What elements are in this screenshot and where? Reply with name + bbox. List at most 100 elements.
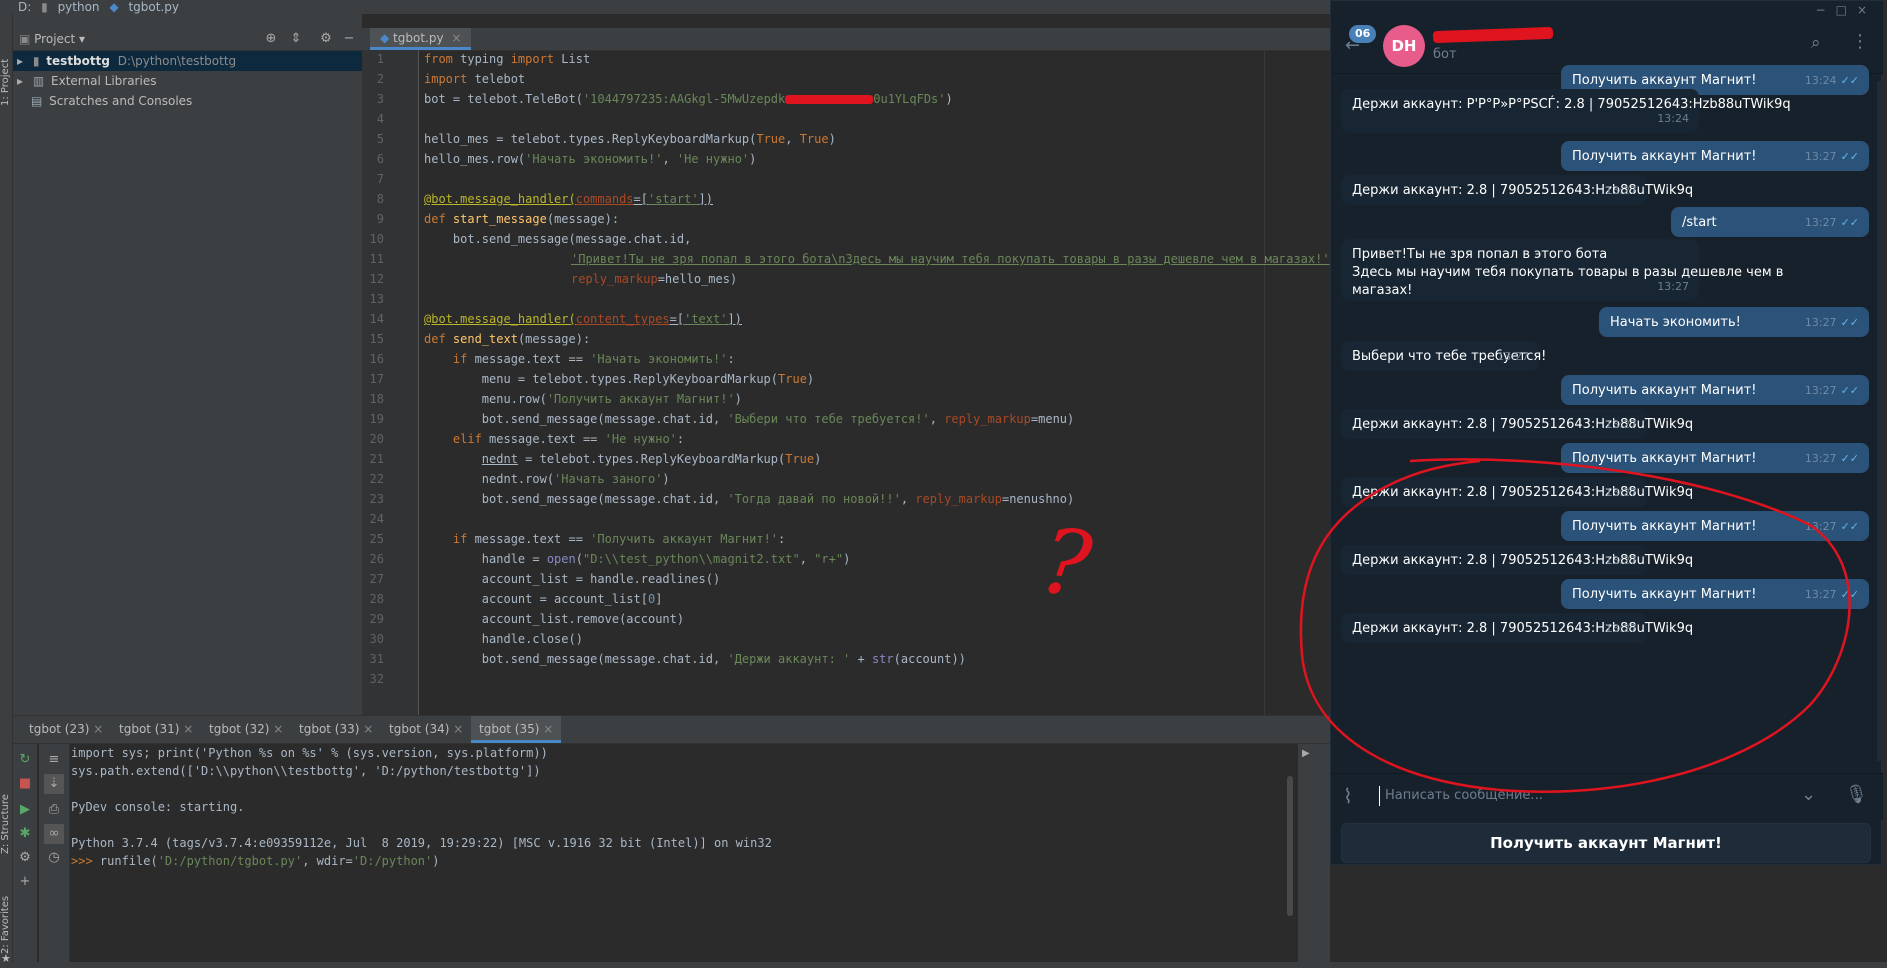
code-line[interactable]: nednt.row('Начать заного') <box>424 472 670 486</box>
run-tab[interactable]: tgbot (34) × <box>381 716 471 743</box>
tab-tgbot-py[interactable]: ◆ tgbot.py × <box>370 28 472 50</box>
breadcrumb-folder[interactable]: python <box>58 0 100 14</box>
run-tab[interactable]: tgbot (23) × <box>21 716 111 743</box>
outgoing-message[interactable]: Получить аккаунт Магнит! 13:27 ✓✓ <box>1561 375 1869 405</box>
close-icon[interactable]: × <box>93 722 103 736</box>
run-tab[interactable]: tgbot (31) × <box>111 716 201 743</box>
close-icon[interactable]: × <box>451 31 461 45</box>
minimize-icon[interactable]: − <box>341 31 357 47</box>
run-tab[interactable]: tgbot (33) × <box>291 716 381 743</box>
read-checkmarks-icon: ✓✓ <box>1840 316 1859 329</box>
project-panel-header: ▣ Project ▾ ⊕ ⇕ ⚙ − <box>13 28 362 51</box>
debug-icon[interactable]: ✱ <box>15 824 35 844</box>
code-line[interactable]: elif message.text == 'Не нужно': <box>424 432 684 446</box>
code-line[interactable]: 'Привет!Ты не зря попал в этого бота\nЗд… <box>571 252 1337 266</box>
line-number: 12 <box>369 272 384 286</box>
read-checkmarks-icon: ✓✓ <box>1840 216 1859 229</box>
incoming-message[interactable]: Держи аккаунт: 2.8 | 79052512643:Hzb88uT… <box>1341 409 1693 439</box>
close-icon[interactable]: × <box>453 722 463 736</box>
tree-item-scratches[interactable]: ▤ Scratches and Consoles <box>13 91 362 111</box>
code-line[interactable]: menu = telebot.types.ReplyKeyboardMarkup… <box>424 372 814 386</box>
project-panel-title[interactable]: ▣ Project ▾ <box>19 32 85 46</box>
keyboard-button-get-account[interactable]: Получить аккаунт Магнит! <box>1341 823 1871 863</box>
code-line[interactable]: bot.send_message(message.chat.id, 'Держи… <box>424 652 966 666</box>
code-line[interactable]: @bot.message_handler(commands=['start']) <box>424 192 713 206</box>
gear-icon[interactable]: ⚙ <box>318 31 334 47</box>
history-icon[interactable]: ◷ <box>44 848 64 868</box>
code-line[interactable]: reply_markup=hello_mes) <box>571 272 737 286</box>
search-icon[interactable]: ⌕ <box>1811 33 1821 53</box>
code-line[interactable]: bot.send_message(message.chat.id, 'Тогда… <box>424 492 1074 506</box>
project-tool-tab[interactable]: 1: Project <box>0 36 12 106</box>
more-menu-icon[interactable]: ⋮ <box>1851 31 1869 52</box>
message-timestamp: 13:27 <box>1804 316 1837 329</box>
add-icon[interactable]: + <box>15 872 35 892</box>
incoming-message[interactable]: Привет!Ты не зря попал в этого бота Здесь… <box>1341 239 1783 301</box>
code-line[interactable]: hello_mes.row('Начать экономить!', 'Не н… <box>424 152 756 166</box>
message-text: /start <box>1682 215 1717 230</box>
run-tab[interactable]: tgbot (32) × <box>201 716 291 743</box>
chat-scrollbar[interactable] <box>1877 81 1881 761</box>
outgoing-message[interactable]: Получить аккаунт Магнит! 13:27 ✓✓ <box>1561 141 1869 171</box>
line-number: 11 <box>369 252 384 266</box>
code-line[interactable]: def start_message(message): <box>424 212 619 226</box>
run-tab-active[interactable]: tgbot (35) × <box>471 716 562 743</box>
locate-icon[interactable]: ⊕ <box>263 31 279 47</box>
soft-wrap-icon[interactable]: ≡ <box>44 750 64 770</box>
chat-header: −□× ← 06 DH бот ⌕ ⋮ <box>1331 1 1883 74</box>
collapse-icon[interactable]: ⇕ <box>288 31 304 47</box>
annotation-stroke <box>1299 458 1851 793</box>
outgoing-message[interactable]: Начать экономить! 13:27 ✓✓ <box>1599 307 1869 337</box>
code-line[interactable]: hello_mes = telebot.types.ReplyKeyboardM… <box>424 132 836 146</box>
variables-icon[interactable]: ∞ <box>44 824 64 844</box>
close-icon[interactable]: × <box>183 722 193 736</box>
message-time: 13:27 ✓✓ <box>1805 148 1859 166</box>
code-line[interactable]: from typing import List <box>424 52 590 66</box>
print-icon[interactable]: ⎙ <box>44 800 64 820</box>
code-line[interactable]: if message.text == 'Получить аккаунт Маг… <box>424 532 785 546</box>
window-controls[interactable]: −□× <box>1816 3 1877 17</box>
code-line[interactable]: account = account_list[0] <box>424 592 663 606</box>
incoming-message[interactable]: Держи аккаунт: 2.8 | 79052512643:Hzb88uT… <box>1341 175 1693 205</box>
code-line[interactable]: @bot.message_handler(content_types=['tex… <box>424 312 742 326</box>
incoming-message[interactable]: Держи аккаунт: Р'Р°Р»Р°РЅСЃ: 2.8 | 79052… <box>1341 89 1791 133</box>
run-icon[interactable]: ▶ <box>15 800 35 820</box>
tree-item-external-libraries[interactable]: ▸ ▥ External Libraries <box>13 71 362 91</box>
code-line[interactable]: def send_text(message): <box>424 332 590 346</box>
code-line[interactable]: bot.send_message(message.chat.id, <box>424 232 691 246</box>
rerun-icon[interactable]: ↻ <box>15 750 35 770</box>
tree-item-project-root[interactable]: ▸ ▮ testbottg D:\python\testbottg <box>13 51 362 71</box>
breadcrumb-drive[interactable]: D: <box>18 0 31 14</box>
code-line[interactable]: bot.send_message(message.chat.id, 'Выбер… <box>424 412 1074 426</box>
settings-icon[interactable]: ⚙ <box>15 848 35 868</box>
code-line[interactable]: handle = open("D:\\test_python\\magnit2.… <box>424 552 851 566</box>
code-line[interactable]: import telebot <box>424 72 525 86</box>
avatar[interactable]: DH <box>1383 25 1425 67</box>
line-number: 31 <box>369 652 384 666</box>
outgoing-message[interactable]: /start 13:27 ✓✓ <box>1671 207 1869 237</box>
close-icon[interactable]: × <box>543 722 553 736</box>
code-line[interactable]: if message.text == 'Начать экономить!': <box>424 352 735 366</box>
code-line[interactable]: handle.close() <box>424 632 583 646</box>
close-icon[interactable]: × <box>363 722 373 736</box>
line-number: 28 <box>369 592 384 606</box>
code-line[interactable]: bot = telebot.TeleBot('1044797235:AAGkgl… <box>424 92 953 106</box>
code-line[interactable]: account_list = handle.readlines() <box>424 572 720 586</box>
right-margin-guide <box>1264 50 1265 715</box>
structure-tool-tab[interactable]: Z: Structure <box>0 784 12 854</box>
line-number: 16 <box>369 352 384 366</box>
console-input-line[interactable]: >>> runfile('D:/python/tgbot.py', wdir='… <box>71 854 440 868</box>
favorites-tool-tab[interactable]: 2: Favorites <box>0 884 12 954</box>
breadcrumb-file[interactable]: tgbot.py <box>128 0 179 14</box>
run-toolbar: ↻ ■ ▶ ✱ ⚙ + <box>13 744 37 963</box>
message-time: 13:24 <box>1657 110 1689 128</box>
code-line[interactable]: account_list.remove(account) <box>424 612 684 626</box>
scroll-to-end-icon[interactable]: ⇣ <box>44 774 64 794</box>
line-number: 15 <box>369 332 384 346</box>
message-text: магазах! <box>1352 283 1413 298</box>
code-line[interactable]: nednt = telebot.types.ReplyKeyboardMarku… <box>424 452 822 466</box>
incoming-message[interactable]: Выбери что тебе требуется! 13:27 <box>1341 341 1546 371</box>
code-line[interactable]: menu.row('Получить аккаунт Магнит!') <box>424 392 742 406</box>
close-icon[interactable]: × <box>273 722 283 736</box>
stop-icon[interactable]: ■ <box>15 774 35 794</box>
